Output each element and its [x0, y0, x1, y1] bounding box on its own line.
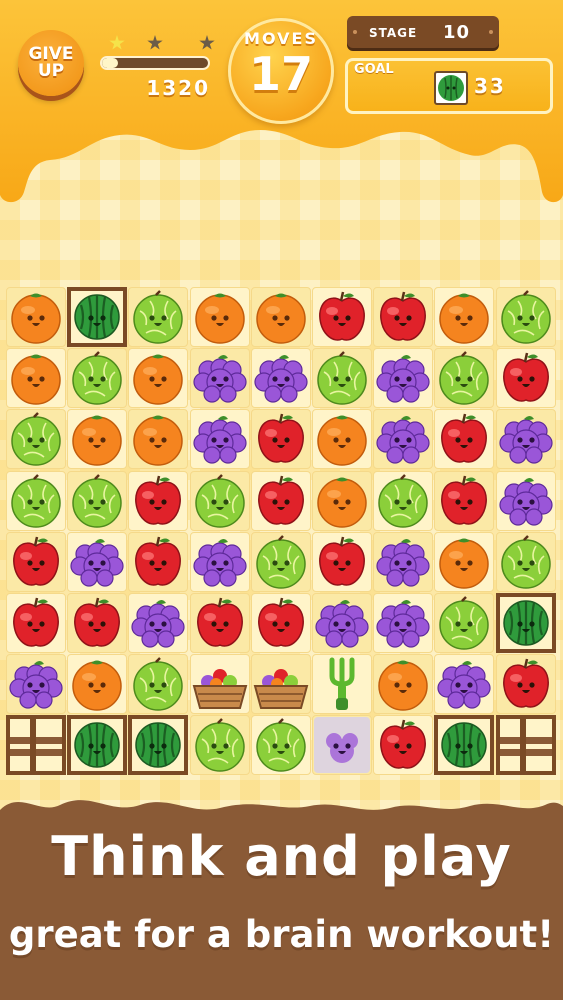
grape-tile[interactable] — [190, 532, 250, 592]
watermelon-crate-tile[interactable] — [128, 715, 189, 776]
apple-tile[interactable] — [6, 593, 66, 653]
watermelon-crate-tile[interactable] — [434, 715, 495, 776]
apple-tile[interactable] — [6, 532, 66, 592]
orange-tile[interactable] — [312, 409, 372, 469]
apple-tile[interactable] — [373, 287, 433, 347]
melon-tile[interactable] — [373, 471, 433, 531]
melon-tile[interactable] — [496, 287, 556, 347]
grape-tile[interactable] — [496, 471, 556, 531]
orange-tile[interactable] — [128, 348, 188, 408]
grape-tile[interactable] — [6, 654, 66, 714]
nail-icon — [489, 30, 493, 34]
crate-tile[interactable] — [6, 715, 66, 776]
melon-tile[interactable] — [434, 348, 494, 408]
grape-tile[interactable] — [373, 532, 433, 592]
apple-tile[interactable] — [128, 471, 188, 531]
apple-tile[interactable] — [434, 471, 494, 531]
melon-tile[interactable] — [128, 287, 188, 347]
grape-tile[interactable] — [434, 654, 494, 714]
apple-tile[interactable] — [190, 593, 250, 653]
grape-tile[interactable] — [373, 409, 433, 469]
crate-tile[interactable] — [495, 715, 556, 776]
melon-tile[interactable] — [251, 532, 311, 592]
apple-tile[interactable] — [312, 287, 372, 347]
tagline-subtitle: great for a brain workout! — [8, 913, 555, 956]
apple-tile[interactable] — [373, 715, 433, 775]
basket-tile[interactable] — [251, 654, 311, 714]
score-progress-bar — [100, 56, 210, 70]
orange-tile[interactable] — [190, 287, 250, 347]
watermelon-crate-tile[interactable] — [67, 287, 128, 347]
stage-label: STAGE — [369, 26, 418, 40]
melon-tile[interactable] — [190, 715, 250, 775]
grape-tile[interactable] — [128, 593, 188, 653]
watermelon-crate-tile[interactable] — [495, 592, 556, 653]
apple-tile[interactable] — [496, 348, 556, 408]
grape-jelly-tile[interactable] — [312, 715, 372, 775]
game-board[interactable] — [6, 287, 557, 807]
grape-tile[interactable] — [251, 348, 311, 408]
orange-tile[interactable] — [434, 532, 494, 592]
nail-icon — [353, 30, 357, 34]
give-up-button[interactable]: GIVE UP — [18, 30, 84, 96]
melon-tile[interactable] — [67, 348, 127, 408]
tagline-headline: Think and play — [51, 825, 512, 888]
melon-tile[interactable] — [67, 471, 127, 531]
orange-tile[interactable] — [6, 348, 66, 408]
apple-tile[interactable] — [312, 532, 372, 592]
moves-counter: MOVES 17 — [228, 18, 334, 124]
melon-tile[interactable] — [434, 593, 494, 653]
orange-tile[interactable] — [251, 287, 311, 347]
orange-tile[interactable] — [67, 654, 127, 714]
apple-tile[interactable] — [496, 654, 556, 714]
apple-tile[interactable] — [128, 532, 188, 592]
apple-tile[interactable] — [67, 593, 127, 653]
grape-tile[interactable] — [373, 348, 433, 408]
grape-tile[interactable] — [496, 409, 556, 469]
watermelon-goal-icon — [434, 71, 468, 105]
orange-tile[interactable] — [312, 471, 372, 531]
apple-tile[interactable] — [251, 471, 311, 531]
grape-tile[interactable] — [67, 532, 127, 592]
melon-tile[interactable] — [496, 532, 556, 592]
stage-plate: STAGE 10 — [347, 16, 499, 48]
apple-tile[interactable] — [251, 593, 311, 653]
grape-tile[interactable] — [190, 409, 250, 469]
moves-label: MOVES — [244, 29, 318, 48]
orange-tile[interactable] — [6, 287, 66, 347]
top-hud: GIVE UP 1320 MOVES 17 STAGE 10 GOAL 33 — [0, 0, 563, 205]
fork-tile[interactable] — [312, 654, 372, 714]
basket-tile[interactable] — [190, 654, 250, 714]
grape-tile[interactable] — [312, 593, 372, 653]
orange-tile[interactable] — [67, 409, 127, 469]
moves-value: 17 — [248, 47, 313, 101]
apple-tile[interactable] — [251, 409, 311, 469]
melon-tile[interactable] — [128, 654, 188, 714]
orange-tile[interactable] — [434, 287, 494, 347]
grape-tile[interactable] — [190, 348, 250, 408]
orange-tile[interactable] — [373, 654, 433, 714]
apple-tile[interactable] — [434, 409, 494, 469]
give-up-label: GIVE UP — [28, 44, 74, 81]
watermelon-crate-tile[interactable] — [67, 715, 128, 776]
goal-count: 33 — [474, 74, 506, 98]
goal-panel: GOAL 33 — [345, 58, 553, 114]
melon-tile[interactable] — [190, 471, 250, 531]
score-value: 1320 — [146, 76, 210, 100]
goal-label: GOAL — [354, 62, 394, 77]
score-progress-fill — [102, 58, 118, 68]
orange-tile[interactable] — [128, 409, 188, 469]
melon-tile[interactable] — [6, 471, 66, 531]
grape-tile[interactable] — [373, 593, 433, 653]
melon-tile[interactable] — [312, 348, 372, 408]
melon-tile[interactable] — [6, 409, 66, 469]
melon-tile[interactable] — [251, 715, 311, 775]
stage-value: 10 — [443, 22, 471, 43]
